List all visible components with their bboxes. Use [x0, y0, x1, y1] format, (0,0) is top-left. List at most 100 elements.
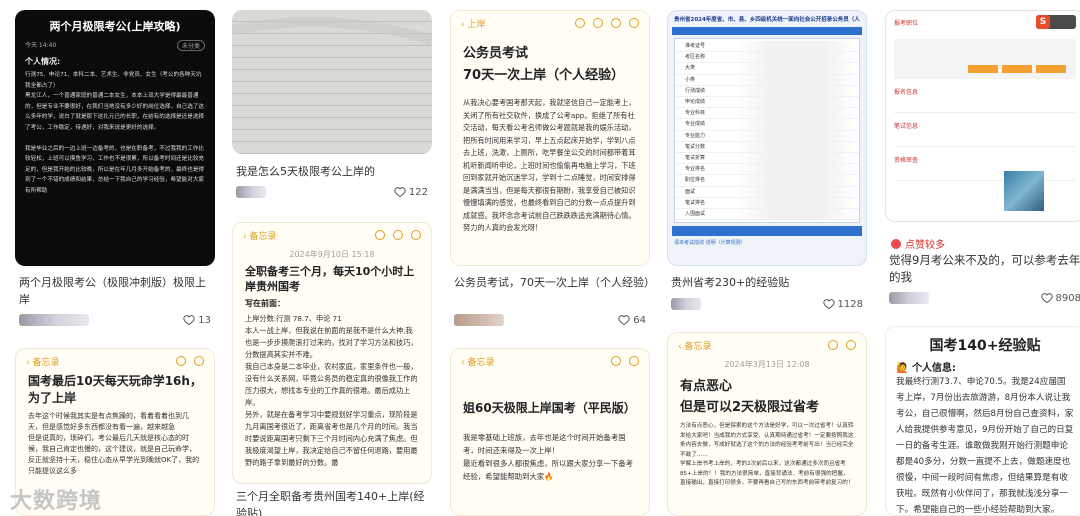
note-caption[interactable]: 我是怎么5天极限考公上岸的 — [236, 163, 432, 180]
score-row-label: 小类 — [685, 76, 696, 83]
more-icon[interactable] — [629, 356, 639, 366]
note-cover[interactable]: 报考职位 S 报名信息 笔试信息 资格审查 — [885, 10, 1080, 222]
score-row: 准考证号 — [675, 41, 859, 53]
score-row-value — [735, 63, 859, 74]
more-icon[interactable] — [194, 356, 204, 366]
undo-icon[interactable] — [375, 230, 385, 240]
more-icon[interactable] — [846, 340, 856, 350]
score-row-value — [735, 52, 859, 63]
popular-badge: 点赞较多 — [891, 236, 945, 251]
note-cover[interactable]: ‹ 上岸 公务员考试 70天一次上岸（个人经验） 从我决心要考国考那天起，我就坚… — [450, 10, 650, 266]
share-icon[interactable] — [828, 340, 838, 350]
watermark: 大数跨境 — [10, 489, 103, 514]
like-button[interactable]: 64 — [618, 314, 646, 326]
score-row-label: 准考证号 — [685, 43, 706, 49]
more-icon[interactable] — [629, 18, 639, 28]
note-cover[interactable]: 贵州省2024年度省、市、县、乡四级机关统一面向社会公开招录公务员（人 准考证号… — [667, 10, 867, 266]
score-row-value — [735, 97, 859, 108]
score-row-value — [735, 108, 859, 119]
score-row: 专业科目 — [675, 108, 859, 120]
back-button[interactable]: ‹ 备忘录 — [26, 355, 59, 368]
memo-title: 有点恶心 但是可以2天极限过省考 — [680, 379, 820, 415]
score-row: 笔试分数 — [675, 141, 859, 154]
author-avatar[interactable] — [671, 298, 701, 310]
note-caption[interactable]: 觉得9月考公来不及的，可以参考去年的我 — [889, 252, 1080, 286]
like-button[interactable]: 13 — [183, 314, 211, 326]
memo-date: 2024年3月13日 12:08 — [724, 360, 810, 369]
score-row-label: 专业排名 — [685, 166, 706, 173]
notes-feed: 两个月极限考公(上岸攻略) 今天 14:40 未分类 个人情况: 行测75、申论… — [0, 0, 1080, 516]
note-cover[interactable]: ‹ 备忘录 2024年3月13日 12:08 有点恶心 但是可以2天极限过省考 … — [667, 332, 867, 516]
author-avatar[interactable] — [236, 186, 266, 198]
like-count: 1128 — [837, 298, 863, 310]
score-row-label: 大类 — [685, 65, 696, 72]
note-cover[interactable]: ‹ 备忘录 姐60天极限上岸国考（平民版） 我是零基础上班族，去年也是这个时间开… — [450, 348, 650, 516]
score-row-label: 考区名称 — [685, 54, 706, 61]
form-section: 笔试信息 — [894, 121, 1076, 147]
score-row-value — [735, 175, 859, 186]
doc-title: 贵州省2024年度省、市、县、乡四级机关统一面向社会公开招录公务员（人 — [674, 17, 860, 23]
score-row-value — [735, 141, 859, 153]
score-row: 考区名称 — [675, 52, 859, 64]
like-button[interactable]: 122 — [394, 186, 428, 198]
score-row: 专业能力 — [675, 130, 859, 142]
score-row-label: 入围面试 — [685, 211, 706, 218]
score-row-label: 专业科目 — [685, 110, 706, 117]
note-cover-photo[interactable] — [232, 10, 432, 154]
score-row-value — [735, 41, 859, 52]
share-icon[interactable] — [611, 356, 621, 366]
note-cover[interactable]: 国考140+经验贴 🙋 个人信息: 我最终行测73.7、申论70.5。我是24应… — [885, 326, 1080, 516]
heart-icon — [1040, 293, 1053, 304]
cover-heading: 个人情况: — [25, 57, 61, 66]
back-button[interactable]: ‹ 备忘录 — [243, 229, 276, 242]
note-caption[interactable]: 三个月全职备考贵州国考140+上岸(经验贴) — [236, 488, 432, 516]
like-button[interactable]: 8908 — [1040, 292, 1080, 304]
note-cover[interactable]: 两个月极限考公(上岸攻略) 今天 14:40 未分类 个人情况: 行测75、申论… — [15, 10, 215, 266]
share-icon[interactable] — [393, 230, 403, 240]
form-section: 报名信息 — [894, 87, 1076, 113]
author-avatar[interactable] — [889, 292, 929, 304]
score-row: 笔试折算 — [675, 153, 859, 165]
author-avatar[interactable] — [454, 314, 504, 326]
badge-icon — [891, 238, 901, 249]
score-row: 专业排名 — [675, 164, 859, 176]
more-icon[interactable] — [411, 230, 421, 240]
like-count: 122 — [408, 186, 428, 198]
score-row-label: 笔试排名 — [685, 199, 706, 206]
score-row-value — [735, 164, 859, 175]
heart-icon — [394, 187, 406, 198]
memo-body: 我最终行测73.7、申论70.5。我是24应届国考上岸，7月份出去旅游游，8月份… — [896, 377, 1074, 514]
note-caption[interactable]: 贵州省考230+的经验贴 — [671, 274, 867, 291]
back-button[interactable]: ‹ 上岸 — [461, 17, 485, 30]
redo-icon[interactable] — [593, 18, 603, 28]
note-caption[interactable]: 两个月极限考公（极限冲刺版）极限上岸 — [19, 274, 215, 308]
blurred-photo — [1004, 171, 1044, 211]
score-row-value — [735, 186, 859, 197]
form-label: 报考职位 — [894, 19, 919, 27]
score-row: 笔试排名 — [675, 197, 859, 210]
note-cover[interactable]: ‹ 备忘录 2024年9月10日 15:18 全职备考三个月，每天10个小时上岸… — [232, 222, 432, 484]
score-row-value — [735, 119, 859, 130]
memo-title: 公务员考试 70天一次上岸（个人经验） — [463, 46, 625, 83]
note-caption[interactable]: 公务员考试，70天一次上岸（个人经验） — [454, 274, 655, 291]
cover-title: 两个月极限考公(上岸攻略) — [49, 20, 181, 33]
score-row-label: 职位排名 — [685, 177, 706, 184]
score-row-label: 专业能力 — [685, 132, 706, 139]
score-row-value — [735, 74, 859, 85]
memo-date: 2024年9月10日 15:18 — [289, 250, 375, 259]
share-icon[interactable] — [176, 356, 186, 366]
score-row-label: 笔试分数 — [685, 143, 706, 150]
back-button[interactable]: ‹ 备忘录 — [678, 339, 711, 352]
heart-icon — [618, 315, 630, 326]
memo-body: 从我决心要考国考那天起，我就坚信自己一定能考上，关闭了所有社交软件，换成了公考a… — [463, 98, 636, 232]
memo-title: 姐60天极限上岸国考（平民版） — [463, 401, 636, 415]
app-logo-icon: S — [1036, 15, 1076, 29]
back-button[interactable]: ‹ 备忘录 — [461, 355, 494, 368]
like-button[interactable]: 1128 — [822, 298, 863, 310]
memo-body: 方法有点恶心，但是探索的这个方法是好学，可以一次过省考！认真转发给大家吧！当成我… — [680, 423, 854, 486]
share-icon[interactable] — [611, 18, 621, 28]
undo-icon[interactable] — [575, 18, 585, 28]
doc-footer: 请本考试成绩 说明（计算规则） — [674, 240, 746, 247]
author-avatar[interactable] — [19, 314, 89, 326]
score-row-label: 面试 — [685, 188, 696, 195]
